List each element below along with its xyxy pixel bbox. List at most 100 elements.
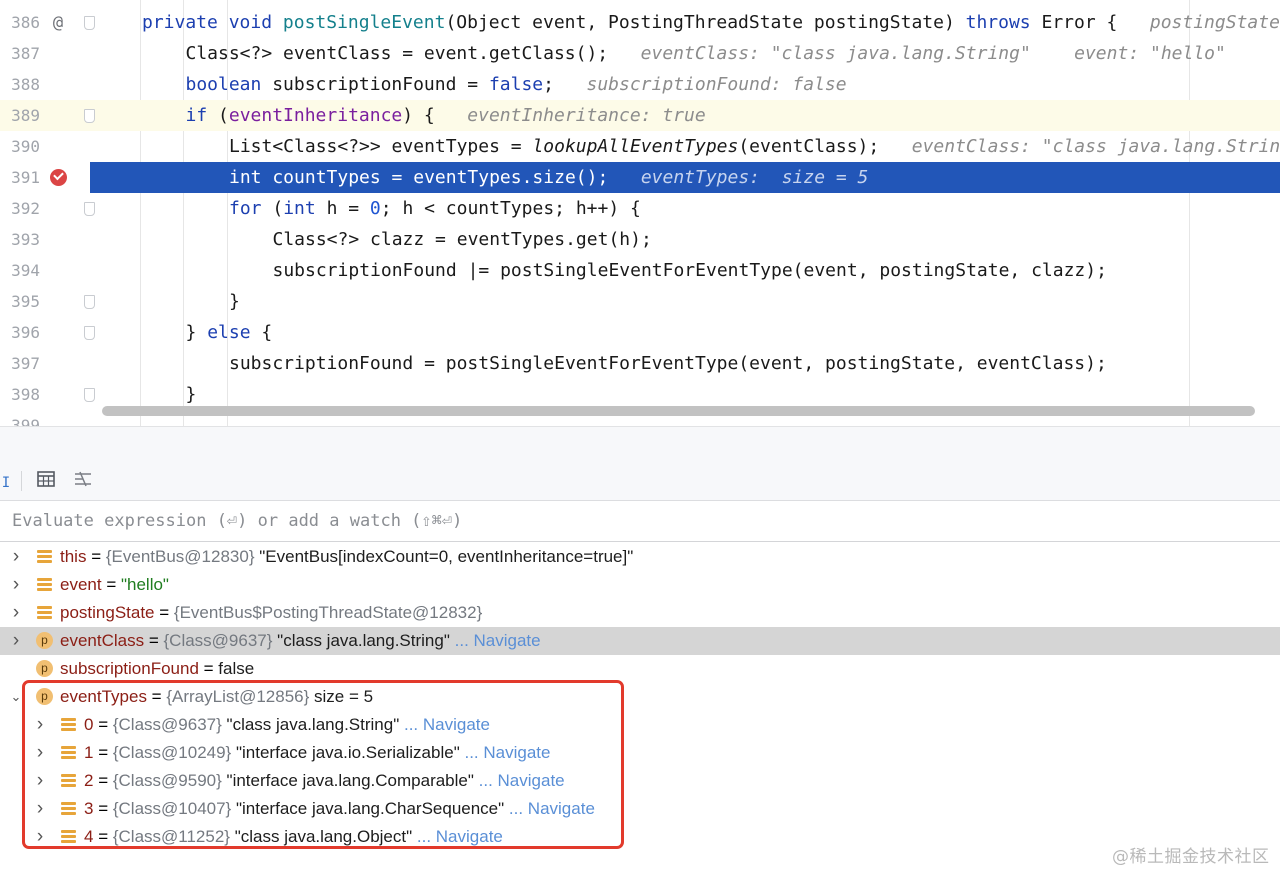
chevron-right-icon[interactable]: › [8, 627, 24, 655]
fold-marker-icon[interactable] [84, 202, 95, 216]
line-number[interactable]: 395 [0, 286, 40, 317]
fold-marker-icon[interactable] [84, 326, 95, 340]
line-number[interactable]: 392 [0, 193, 40, 224]
code-line[interactable]: 390 List<Class<?>> eventTypes = lookupAll… [0, 131, 1280, 162]
inline-debug-value: subscriptionFound: false [586, 74, 847, 95]
code-text: boolean subscriptionFound = false; subsc… [186, 69, 847, 100]
code-token: } [185, 322, 208, 343]
code-token: ) { [402, 105, 435, 126]
variable-value: false [218, 659, 255, 678]
fold-marker-icon[interactable] [84, 388, 95, 402]
line-number[interactable]: 387 [0, 38, 40, 69]
variable-value: "class java.lang.String" [277, 631, 450, 650]
line-number[interactable]: 394 [0, 255, 40, 286]
code-text: Class<?> eventClass = event.getClass(); … [186, 38, 1226, 69]
code-token: false [488, 74, 544, 95]
line-number[interactable]: 388 [0, 69, 40, 100]
code-line-execution-point[interactable]: 391 int countTypes = eventTypes.size(); e… [0, 162, 1280, 193]
variable-row[interactable]: › this = {EventBus@12830} "EventBus[index… [0, 543, 1280, 571]
evaluate-expression-bar [0, 501, 1280, 542]
code-line[interactable]: 386 @ private void postSingleEvent(Object … [0, 7, 1280, 38]
chevron-right-icon[interactable]: › [8, 571, 24, 599]
inline-debug-value: eventClass: "class java.lang.String" eve… [640, 43, 1226, 64]
variable-row[interactable]: › postingState = {EventBus$PostingThreadS… [0, 599, 1280, 627]
variable-text: this = {EventBus@12830} "EventBus[indexC… [60, 547, 634, 566]
code-line[interactable]: 397 subscriptionFound = postSingleEventFo… [0, 348, 1280, 379]
code-token: (Object event, PostingThreadState postin… [445, 12, 966, 33]
code-token: } [185, 384, 197, 405]
code-token: ( [272, 198, 284, 219]
code-token: 0 [369, 198, 381, 219]
code-line[interactable]: 394 subscriptionFound |= postSingleEventF… [0, 255, 1280, 286]
code-line[interactable]: 389 if (eventInheritance) { eventInherita… [0, 100, 1280, 131]
code-token: throws [965, 12, 1031, 33]
code-token: Error { [1030, 12, 1118, 33]
code-token: for [229, 198, 273, 219]
code-text: subscriptionFound = postSingleEventForEv… [229, 348, 1107, 379]
line-number[interactable]: 398 [0, 379, 40, 410]
parameter-icon: p [36, 660, 53, 677]
horizontal-scrollbar[interactable] [102, 406, 1255, 416]
code-editor[interactable]: 386 @ private void postSingleEvent(Object … [0, 0, 1280, 426]
code-token: ; [543, 74, 554, 95]
variable-value: "EventBus[indexCount=0, eventInheritance… [259, 547, 634, 566]
code-token: (eventClass); [738, 136, 880, 157]
line-number[interactable]: 389 [0, 100, 40, 131]
inline-debug-value: eventClass: "class java.lang.Strin [911, 136, 1280, 157]
code-line[interactable]: 388 boolean subscriptionFound = false; su… [0, 69, 1280, 100]
code-text: private void postSingleEvent(Object even… [142, 7, 1280, 38]
variable-name: this [60, 547, 87, 566]
line-number[interactable]: 396 [0, 317, 40, 348]
line-number[interactable]: 397 [0, 348, 40, 379]
code-token: Class<?> clazz = eventTypes.get(h); [272, 229, 652, 250]
code-text: List<Class<?>> eventTypes = lookupAllEve… [229, 131, 1280, 162]
variable-name: eventClass [60, 631, 145, 650]
code-text: } else { [186, 317, 273, 348]
variable-text: eventClass = {Class@9637} "class java.la… [60, 631, 541, 650]
layout-settings-icon[interactable] [72, 471, 94, 491]
line-number[interactable]: 390 [0, 131, 40, 162]
line-number[interactable]: 386 [0, 7, 40, 38]
line-number[interactable]: 391 [0, 162, 40, 193]
code-line[interactable]: 387 Class<?> eventClass = event.getClass(… [0, 38, 1280, 69]
line-number[interactable]: 393 [0, 224, 40, 255]
text-cursor-icon[interactable]: I [0, 473, 12, 493]
navigate-link[interactable]: ... Navigate [455, 631, 541, 650]
code-token: Class<?> eventClass = event.getClass(); [185, 43, 609, 64]
override-marker-icon[interactable]: @ [48, 13, 68, 33]
variable-row[interactable]: › p eventClass = {Class@9637} "class java.… [0, 627, 1280, 655]
annotation-highlight-box [22, 680, 624, 849]
evaluate-expression-input[interactable] [12, 501, 1262, 541]
variable-row[interactable]: › event = "hello" [0, 571, 1280, 599]
variable-value: "hello" [120, 575, 169, 594]
breakpoint-icon[interactable] [50, 169, 67, 186]
field-icon [37, 606, 52, 620]
code-token: h = [326, 198, 370, 219]
code-token: boolean [185, 74, 273, 95]
field-icon [37, 578, 52, 592]
table-view-icon[interactable] [35, 471, 57, 491]
code-token: subscriptionFound |= postSingleEventForE… [272, 260, 1107, 281]
code-token: lookupAllEventTypes [532, 136, 739, 157]
variable-reference: {EventBus$PostingThreadState@12832} [173, 603, 483, 622]
code-text: if (eventInheritance) { eventInheritance… [186, 100, 706, 131]
code-token: subscriptionFound = postSingleEventForEv… [229, 353, 1107, 374]
line-number[interactable]: 399 [0, 410, 40, 426]
inline-debug-value: eventTypes: size = 5 [640, 167, 869, 188]
fold-marker-icon[interactable] [84, 16, 95, 30]
code-line[interactable]: 395} [0, 286, 1280, 317]
variable-reference: {EventBus@12830} [105, 547, 255, 566]
fold-marker-icon[interactable] [84, 295, 95, 309]
chevron-right-icon[interactable]: › [8, 599, 24, 627]
code-token: private void [142, 12, 283, 33]
variable-text: subscriptionFound = false [60, 659, 255, 678]
panel-divider [0, 426, 1280, 463]
variable-text: postingState = {EventBus$PostingThreadSt… [60, 603, 483, 622]
fold-marker-icon[interactable] [84, 109, 95, 123]
code-token: { [250, 322, 273, 343]
code-line[interactable]: 392 for (int h = 0; h < countTypes; h++) … [0, 193, 1280, 224]
variable-row[interactable]: p subscriptionFound = false [0, 655, 1280, 683]
code-line[interactable]: 396 } else { [0, 317, 1280, 348]
code-line[interactable]: 393 Class<?> clazz = eventTypes.get(h); [0, 224, 1280, 255]
chevron-right-icon[interactable]: › [8, 543, 24, 571]
